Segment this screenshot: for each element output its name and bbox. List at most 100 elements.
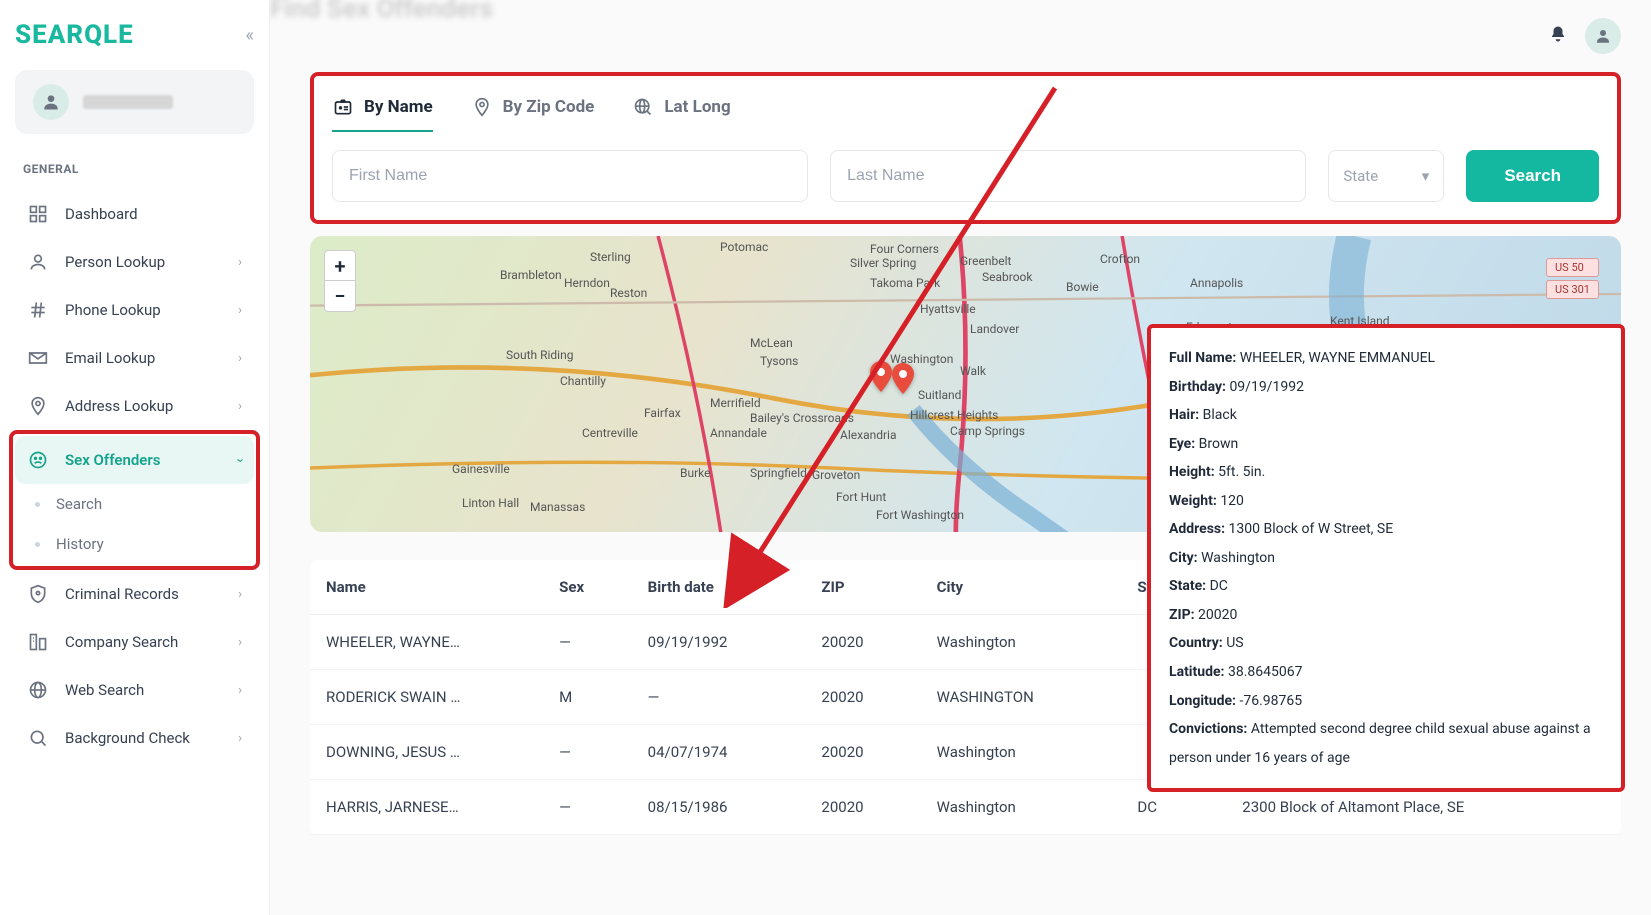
table-cell: —	[632, 670, 806, 725]
zoom-in-button[interactable]: +	[325, 251, 355, 281]
sidebar-item-sex-offenders[interactable]: Sex Offenders ›	[15, 436, 254, 484]
sidebar-subitem-search[interactable]: Search	[15, 484, 254, 524]
sidebar-item-criminal-records[interactable]: Criminal Records›	[15, 570, 254, 618]
detail-key: ZIP:	[1169, 607, 1195, 623]
sidebar-item-email-lookup[interactable]: Email Lookup›	[15, 334, 254, 382]
chevron-right-icon: ›	[238, 683, 242, 698]
notifications-icon[interactable]	[1549, 25, 1567, 48]
map-place-label: Burke	[680, 466, 711, 480]
sidebar-item-address-lookup[interactable]: Address Lookup ›	[15, 382, 254, 430]
map-place-label: Silver Spring	[850, 256, 916, 270]
detail-key: Weight:	[1169, 493, 1217, 509]
sidebar-item-label: Address Lookup	[65, 397, 173, 415]
sidebar-item-web-search[interactable]: Web Search›	[15, 666, 254, 714]
sidebar-item-company-search[interactable]: Company Search›	[15, 618, 254, 666]
page-title: Find Sex Offenders	[270, 0, 493, 24]
last-name-input[interactable]	[830, 150, 1306, 202]
sidebar-item-background-check[interactable]: Background Check ›	[15, 714, 254, 762]
profile-card[interactable]	[15, 70, 254, 134]
main-content: Find Sex Offenders By Name By Zip Code Lat…	[270, 0, 1651, 915]
sidebar-item-label: Sex Offenders	[65, 451, 160, 469]
column-header[interactable]: City	[921, 560, 1122, 615]
detail-row: Convictions: Attempted second degree chi…	[1169, 715, 1603, 772]
map-place-label: Sterling	[590, 250, 631, 264]
map-place-label: Gainesville	[452, 462, 510, 476]
map-place-label: Annapolis	[1190, 276, 1243, 290]
chevron-right-icon: ›	[238, 635, 242, 650]
table-cell: RODERICK SWAIN …	[310, 670, 543, 725]
map-place-label: Hillcrest Heights	[910, 408, 998, 422]
detail-key: Latitude:	[1169, 664, 1224, 680]
map-place-label: Herndon	[564, 276, 610, 290]
map-place-label: Manassas	[530, 500, 585, 514]
map-place-label: Fairfax	[644, 406, 681, 420]
table-cell: —	[543, 725, 632, 780]
logo: SEARQLE	[15, 20, 134, 50]
sidebar-item-label: Background Check	[65, 729, 190, 747]
state-select[interactable]: State ▾	[1328, 150, 1444, 202]
sidebar-collapse-button[interactable]: «	[246, 25, 254, 46]
column-header[interactable]: Sex	[543, 560, 632, 615]
detail-key: Country:	[1169, 635, 1223, 651]
grid-icon	[27, 203, 49, 225]
detail-key: Height:	[1169, 464, 1215, 480]
sidebar-item-phone-lookup[interactable]: Phone Lookup›	[15, 286, 254, 334]
sidebar-item-person-lookup[interactable]: Person Lookup›	[15, 238, 254, 286]
tab-by-zip-code[interactable]: By Zip Code	[471, 90, 595, 132]
column-header[interactable]: Birth date	[632, 560, 806, 615]
table-cell: 20020	[805, 670, 920, 725]
search-button[interactable]: Search	[1466, 150, 1599, 202]
table-cell: M	[543, 670, 632, 725]
first-name-input[interactable]	[332, 150, 808, 202]
topbar	[310, 10, 1621, 72]
map-place-label: South Riding	[506, 348, 573, 362]
detail-value: 20020	[1198, 607, 1237, 623]
tab-lat-long[interactable]: Lat Long	[632, 90, 730, 132]
detail-value: Washington	[1201, 550, 1275, 566]
map-place-label: Takoma Park	[870, 276, 940, 290]
table-cell: 04/07/1974	[632, 725, 806, 780]
table-cell: DOWNING, JESUS …	[310, 725, 543, 780]
map-place-label: Fort Hunt	[836, 490, 886, 504]
table-cell: 20020	[805, 780, 920, 835]
user-avatar-button[interactable]	[1585, 18, 1621, 54]
table-cell: —	[543, 615, 632, 670]
detail-value: WHEELER, WAYNE EMMANUEL	[1240, 350, 1435, 366]
map-place-label: Landover	[970, 322, 1019, 336]
detail-value: 1300 Block of W Street, SE	[1229, 521, 1394, 537]
column-header[interactable]: Name	[310, 560, 543, 615]
sidebar-subitem-label: History	[56, 535, 104, 553]
detail-value: 09/19/1992	[1229, 379, 1304, 395]
route-badges: US 50 US 301	[1546, 258, 1599, 302]
annotation-highlight-sidebar: Sex Offenders › Search History	[9, 430, 260, 570]
detail-row: Full Name: WHEELER, WAYNE EMMANUEL	[1169, 344, 1603, 373]
sidebar-item-label: Person Lookup	[65, 253, 165, 271]
map-place-label: Reston	[610, 286, 647, 300]
detail-key: City:	[1169, 550, 1198, 566]
detail-row: Eye: Brown	[1169, 430, 1603, 459]
sidebar-subitem-history[interactable]: History	[15, 524, 254, 564]
table-cell: Washington	[921, 725, 1122, 780]
column-header[interactable]: ZIP	[805, 560, 920, 615]
sidebar-item-label: Email Lookup	[65, 349, 155, 367]
map-place-label: Potomac	[720, 240, 768, 254]
map-marker-cluster[interactable]	[870, 361, 914, 397]
tab-label: By Zip Code	[503, 97, 595, 117]
map-place-label: Chantilly	[560, 374, 606, 388]
detail-key: State:	[1169, 578, 1206, 594]
map-place-label: Walk	[960, 364, 986, 378]
tab-by-name[interactable]: By Name	[332, 90, 433, 132]
table-cell: Washington	[921, 780, 1122, 835]
table-cell: —	[543, 780, 632, 835]
search-panel: By Name By Zip Code Lat Long State ▾ Searc…	[310, 72, 1621, 224]
table-cell: 08/15/1986	[632, 780, 806, 835]
tab-label: Lat Long	[664, 97, 730, 117]
map-place-label: Annandale	[710, 426, 767, 440]
chevron-right-icon: ›	[238, 399, 242, 414]
sidebar-item-dashboard[interactable]: Dashboard	[15, 190, 254, 238]
chevron-right-icon: ›	[238, 731, 242, 746]
hash-icon	[27, 299, 49, 321]
globe-icon	[27, 679, 49, 701]
zoom-out-button[interactable]: −	[325, 281, 355, 311]
detail-value: 120	[1220, 493, 1244, 509]
